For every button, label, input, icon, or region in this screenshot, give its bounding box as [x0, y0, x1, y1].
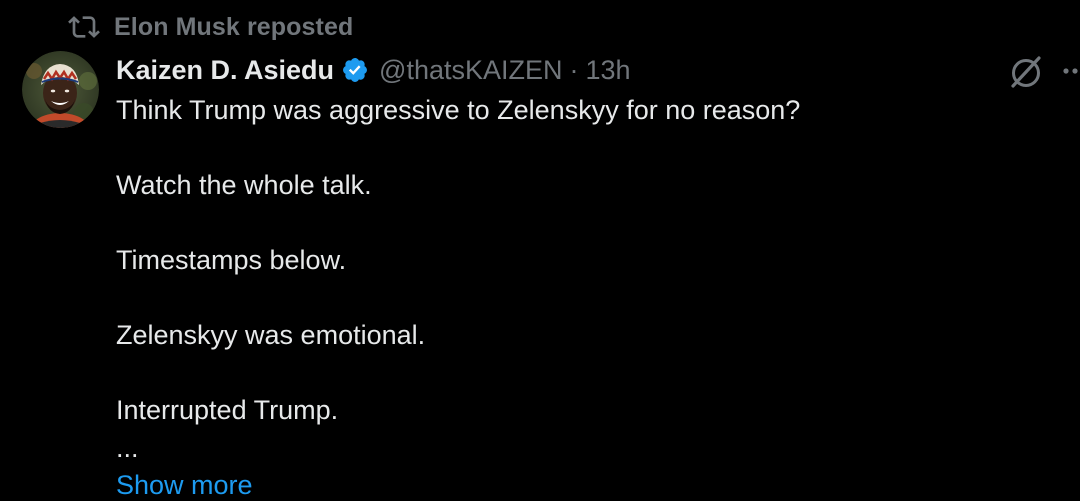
tweet-ellipsis: ... [116, 432, 139, 463]
tweet-text: Think Trump was aggressive to Zelenskyy … [116, 92, 1016, 467]
timestamp[interactable]: 13h [586, 55, 631, 86]
tweet-line: Zelenskyy was emotional. [116, 320, 426, 350]
tweet-header: Kaizen D. Asiedu @thatsKAIZEN · 13h [116, 52, 631, 88]
show-more-link[interactable]: Show more [116, 470, 253, 501]
avatar[interactable] [22, 51, 99, 128]
repost-label[interactable]: Elon Musk reposted [114, 13, 353, 42]
more-icon[interactable] [1062, 56, 1080, 86]
repost-icon [68, 16, 100, 38]
tweet-line: Interrupted Trump. [116, 395, 339, 425]
verified-badge-icon[interactable] [341, 56, 369, 84]
tweet-line: Watch the whole talk. [116, 170, 372, 200]
tweet-line: Think Trump was aggressive to Zelenskyy … [116, 95, 801, 125]
tweet[interactable]: Elon Musk reposted Kaizen D. Asiedu @tha… [0, 0, 1080, 501]
avatar-image [22, 51, 99, 128]
display-name[interactable]: Kaizen D. Asiedu [116, 55, 334, 86]
tweet-line: Timestamps below. [116, 245, 347, 275]
grok-icon[interactable] [1006, 52, 1046, 92]
separator-dot: · [569, 54, 579, 85]
handle[interactable]: @thatsKAIZEN [379, 55, 562, 86]
repost-context[interactable]: Elon Musk reposted [68, 10, 353, 44]
